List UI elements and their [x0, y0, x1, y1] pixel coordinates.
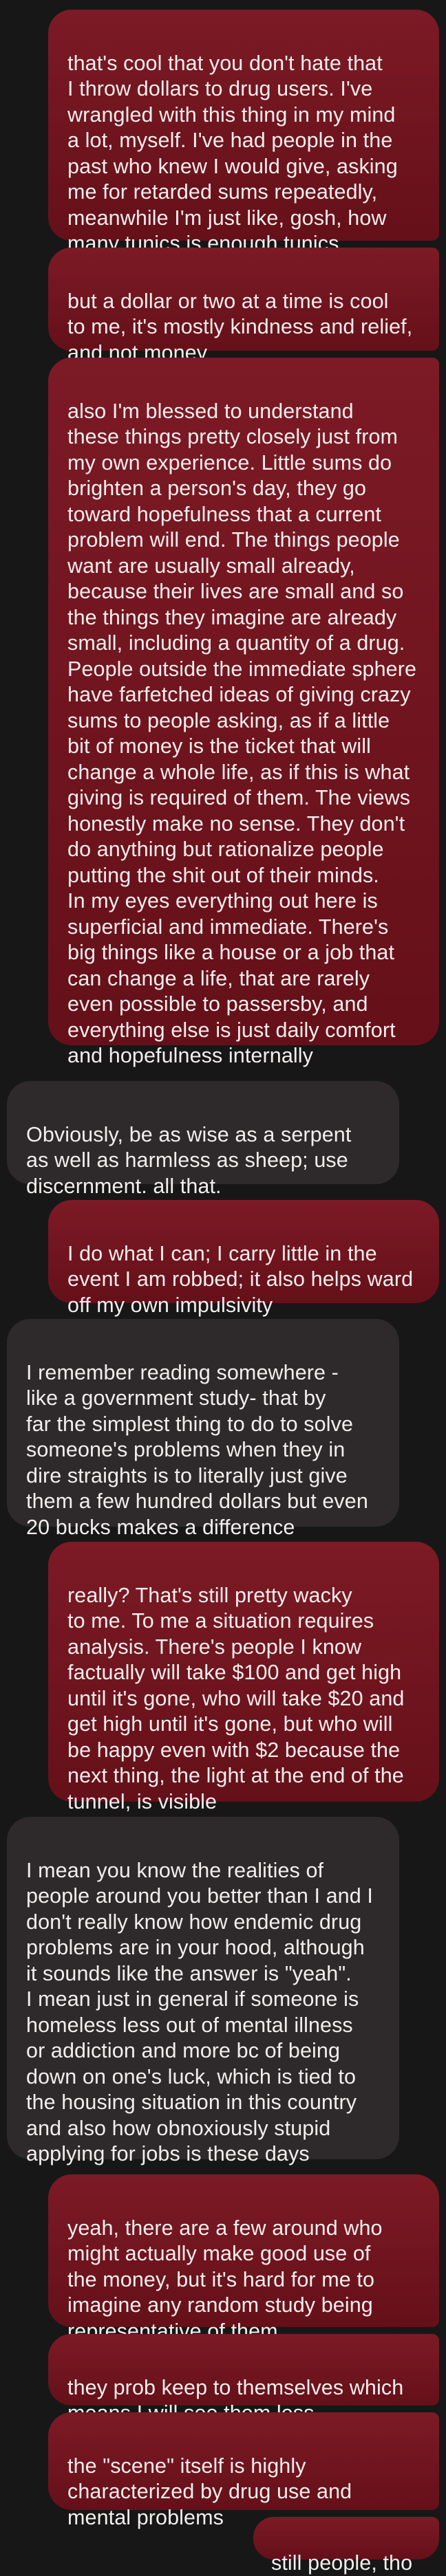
received-message[interactable]: I remember reading somewhere - like a go… — [7, 1319, 399, 1539]
sent-message[interactable]: I do what I can; I carry little in the e… — [48, 1200, 439, 1317]
sent-message[interactable]: yeah, there are a few around who might a… — [48, 2174, 439, 2343]
message-text: also I'm blessed to understand these thi… — [67, 399, 417, 1068]
sent-message[interactable]: the "scene" itself is highly characteriz… — [48, 2412, 439, 2529]
sent-message[interactable]: also I'm blessed to understand these thi… — [48, 358, 439, 1067]
sent-message[interactable]: really? That's still pretty wacky to me.… — [48, 1542, 439, 1813]
received-message[interactable]: I mean you know the realities of people … — [7, 1817, 399, 2165]
message-text: yeah, there are a few around who might a… — [67, 2216, 383, 2343]
message-text: Obviously, be as wise as a serpent as we… — [26, 1122, 352, 1198]
message-text: that's cool that you don't hate that I t… — [67, 51, 398, 256]
message-text: really? That's still pretty wacky to me.… — [67, 1583, 405, 1813]
sent-message[interactable]: that's cool that you don't hate that I t… — [48, 10, 439, 255]
sent-message[interactable]: but a dollar or two at a time is cool to… — [48, 248, 439, 364]
message-text: but a dollar or two at a time is cool to… — [67, 289, 413, 364]
sent-message[interactable]: still people, tho — [253, 2517, 439, 2575]
message-text: I remember reading somewhere - like a go… — [26, 1360, 368, 1539]
received-message[interactable]: Obviously, be as wise as a serpent as we… — [7, 1081, 399, 1198]
sent-message[interactable]: they prob keep to themselves which means… — [48, 2334, 439, 2425]
message-text: I mean you know the realities of people … — [26, 1858, 373, 2166]
message-text: still people, tho — [271, 2551, 413, 2575]
message-thread: that's cool that you don't hate that I t… — [0, 0, 446, 2575]
message-text: I do what I can; I carry little in the e… — [67, 1241, 414, 1317]
